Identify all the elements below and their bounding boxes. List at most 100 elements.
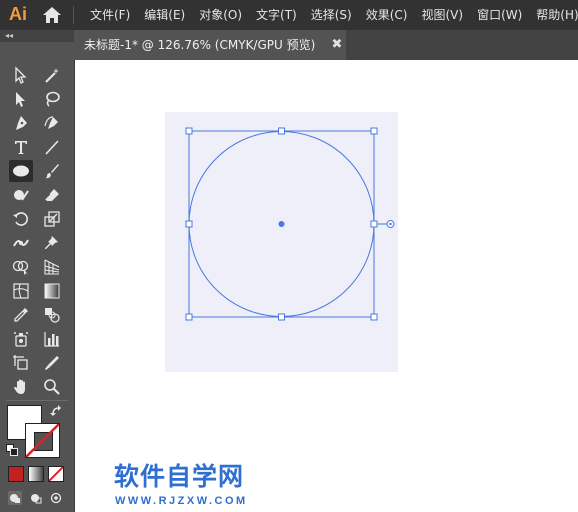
menu-items: 文件(F) 编辑(E) 对象(O) 文字(T) 选择(S) 效果(C) 视图(V… — [90, 0, 578, 30]
shaper-tool[interactable] — [9, 184, 33, 206]
column-graph-tool[interactable] — [40, 328, 64, 350]
menu-effect[interactable]: 效果(C) — [366, 0, 408, 30]
perspective-grid-tool[interactable] — [40, 256, 64, 278]
menu-help[interactable]: 帮助(H) — [536, 0, 578, 30]
rotate-icon — [13, 212, 28, 226]
magnifier-icon — [44, 379, 60, 395]
curvature-pen-icon — [44, 116, 58, 129]
paintbrush-tool[interactable] — [40, 160, 64, 182]
menu-edit[interactable]: 编辑(E) — [144, 0, 185, 30]
width-tool[interactable] — [9, 232, 33, 254]
pen-nib-icon — [16, 116, 27, 130]
none-mode-button[interactable] — [48, 466, 64, 482]
direct-selection-arrow-icon — [16, 92, 25, 107]
direct-selection-tool[interactable] — [9, 88, 33, 110]
close-icon[interactable]: ✖ — [330, 30, 344, 60]
color-mode-button[interactable] — [8, 466, 24, 482]
type-tool[interactable] — [9, 136, 33, 158]
swap-fill-stroke-icon[interactable] — [50, 404, 64, 418]
selection-tool[interactable] — [9, 64, 33, 86]
menu-bar: Ai 文件(F) 编辑(E) 对象(O) 文字(T) 选择(S) 效果(C) 视… — [0, 0, 578, 30]
watermark-url: WWW.RJZXW.COM — [115, 495, 248, 507]
magic-wand-icon — [45, 68, 59, 83]
selection-arrow-icon — [15, 66, 27, 84]
slice-tool[interactable] — [40, 352, 64, 374]
slice-knife-icon — [45, 356, 59, 370]
eraser-icon — [44, 189, 59, 201]
selection-overlay — [185, 127, 395, 321]
scale-icon — [44, 211, 60, 227]
document-tab[interactable]: 未标题-1* @ 126.76% (CMYK/GPU 预览) — [74, 30, 346, 60]
menu-object[interactable]: 对象(O) — [199, 0, 242, 30]
perspective-grid-icon — [44, 259, 60, 275]
shape-builder-icon — [12, 260, 29, 275]
gradient-mode-button[interactable] — [28, 466, 44, 482]
draw-normal-icon[interactable] — [7, 490, 23, 506]
handle-top-right[interactable] — [370, 127, 378, 135]
rotate-tool[interactable] — [9, 208, 33, 230]
document-tab-bar: 未标题-1* @ 126.76% (CMYK/GPU 预览) ✖ — [74, 30, 578, 60]
blend-tool[interactable] — [40, 304, 64, 326]
blend-icon — [45, 308, 60, 323]
magic-wand-tool[interactable] — [40, 64, 64, 86]
stroke-swatch[interactable] — [25, 423, 60, 458]
symbol-sprayer-icon — [14, 332, 28, 347]
none-mode-slash-icon — [49, 467, 63, 481]
paintbrush-icon — [45, 164, 59, 179]
toolbar-collapse-button[interactable]: ◂◂ — [0, 30, 74, 42]
default-fill-stroke-icon[interactable] — [6, 444, 18, 456]
width-icon — [13, 239, 29, 247]
puppet-warp-tool[interactable] — [40, 232, 64, 254]
gradient-tool[interactable] — [40, 280, 64, 302]
hand-icon — [14, 379, 25, 394]
ellipse-icon — [13, 165, 29, 177]
menu-divider — [73, 6, 74, 24]
gradient-icon — [44, 283, 60, 299]
pushpin-icon — [45, 236, 58, 249]
menu-view[interactable]: 视图(V) — [421, 0, 463, 30]
eyedropper-tool[interactable] — [9, 304, 33, 326]
line-segment-tool[interactable] — [40, 136, 64, 158]
toolbar-divider — [6, 400, 68, 401]
artboard-icon — [13, 355, 28, 370]
handle-bottom-right[interactable] — [370, 313, 378, 321]
handle-top-left[interactable] — [185, 127, 193, 135]
menu-window[interactable]: 窗口(W) — [477, 0, 522, 30]
curvature-tool[interactable] — [40, 112, 64, 134]
handle-bottom-center[interactable] — [278, 313, 285, 321]
draw-behind-icon[interactable] — [28, 490, 44, 506]
menu-select[interactable]: 选择(S) — [311, 0, 352, 30]
pen-tool[interactable] — [9, 112, 33, 134]
scale-tool[interactable] — [40, 208, 64, 230]
ellipse-tool[interactable] — [9, 160, 33, 182]
handle-middle-right[interactable] — [370, 220, 378, 228]
eyedropper-icon — [14, 308, 28, 322]
none-slash-icon — [26, 424, 59, 457]
symbol-sprayer-tool[interactable] — [9, 328, 33, 350]
home-icon[interactable] — [42, 6, 62, 24]
handle-bottom-left[interactable] — [185, 313, 193, 321]
menu-type[interactable]: 文字(T) — [256, 0, 297, 30]
menu-file[interactable]: 文件(F) — [90, 0, 130, 30]
watermark-title: 软件自学网 — [114, 462, 245, 491]
type-t-icon — [15, 141, 27, 154]
shaper-icon — [14, 190, 29, 201]
column-graph-icon — [44, 332, 59, 347]
artboard-tool[interactable] — [9, 352, 33, 374]
draw-inside-icon[interactable] — [48, 490, 64, 506]
hand-tool[interactable] — [9, 376, 33, 398]
canvas[interactable] — [75, 60, 578, 512]
app-logo[interactable]: Ai — [9, 3, 31, 25]
mesh-tool[interactable] — [9, 280, 33, 302]
mesh-icon — [13, 283, 29, 299]
eraser-tool[interactable] — [40, 184, 64, 206]
center-point — [278, 221, 285, 227]
handle-top-center[interactable] — [278, 127, 285, 135]
zoom-tool[interactable] — [40, 376, 64, 398]
handle-middle-left[interactable] — [185, 220, 193, 228]
pie-widget-dot — [389, 222, 392, 226]
document-tab-title: 未标题-1* @ 126.76% (CMYK/GPU 预览) — [84, 38, 316, 52]
lasso-tool[interactable] — [40, 88, 64, 110]
lasso-icon — [46, 91, 60, 107]
shape-builder-tool[interactable] — [9, 256, 33, 278]
